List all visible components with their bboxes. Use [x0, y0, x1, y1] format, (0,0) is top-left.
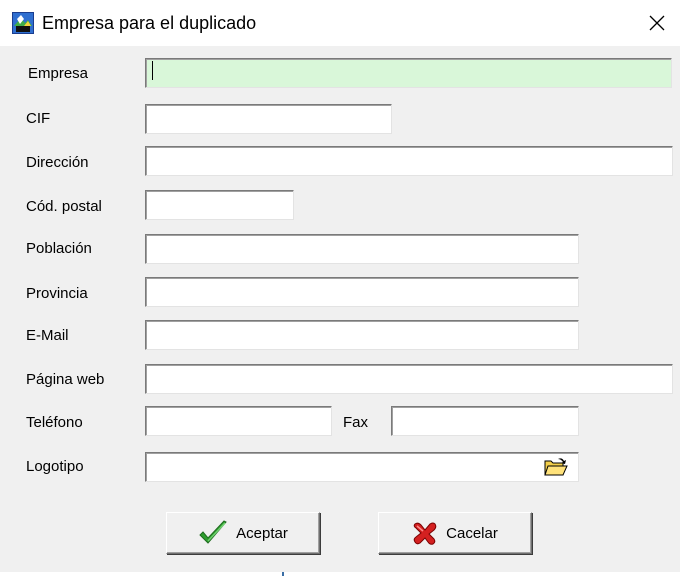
- aceptar-button[interactable]: Aceptar: [166, 512, 320, 554]
- cif-label: CIF: [26, 110, 51, 127]
- direccion-field[interactable]: [145, 146, 673, 176]
- cif-field[interactable]: [145, 104, 392, 134]
- close-button[interactable]: [634, 0, 680, 46]
- dialog-body: Empresa CIF Dirección Cód. postal Poblac…: [0, 46, 680, 576]
- close-icon: [649, 15, 665, 31]
- logotipo-label: Logotipo: [26, 458, 84, 475]
- empresa-label: Empresa: [28, 65, 89, 82]
- fax-label: Fax: [343, 414, 369, 431]
- direccion-label: Dirección: [26, 154, 89, 171]
- email-field[interactable]: [145, 320, 579, 350]
- title-bar: Empresa para el duplicado: [0, 0, 680, 46]
- pagina-web-label: Página web: [26, 371, 105, 388]
- telefono-label: Teléfono: [26, 414, 83, 431]
- cod-postal-field[interactable]: [145, 190, 294, 220]
- red-x-icon: [413, 522, 437, 545]
- logotipo-field[interactable]: [145, 452, 579, 482]
- provincia-field[interactable]: [145, 277, 579, 307]
- empresa-field[interactable]: [145, 58, 672, 88]
- email-label: E-Mail: [26, 327, 69, 344]
- cancelar-label: Cacelar: [446, 524, 498, 542]
- checkmark-icon: [199, 520, 227, 544]
- window-bottom-marker: [282, 572, 284, 576]
- window-title: Empresa para el duplicado: [42, 13, 257, 33]
- poblacion-label: Población: [26, 240, 92, 257]
- fax-field[interactable]: [391, 406, 579, 436]
- open-folder-icon: [544, 458, 568, 476]
- cancelar-button[interactable]: Cacelar: [378, 512, 532, 554]
- dialog-window: Empresa para el duplicado Empresa CIF Di…: [0, 0, 680, 576]
- telefono-field[interactable]: [145, 406, 332, 436]
- provincia-label: Provincia: [26, 285, 88, 302]
- poblacion-field[interactable]: [145, 234, 579, 264]
- aceptar-label: Aceptar: [236, 524, 288, 542]
- text-caret: [152, 61, 153, 80]
- logotipo-browse-button[interactable]: [534, 452, 578, 482]
- pagina-web-field[interactable]: [145, 364, 673, 394]
- window-bottom-edge: [0, 572, 680, 576]
- cod-postal-label: Cód. postal: [26, 198, 102, 215]
- app-icon: [12, 12, 34, 34]
